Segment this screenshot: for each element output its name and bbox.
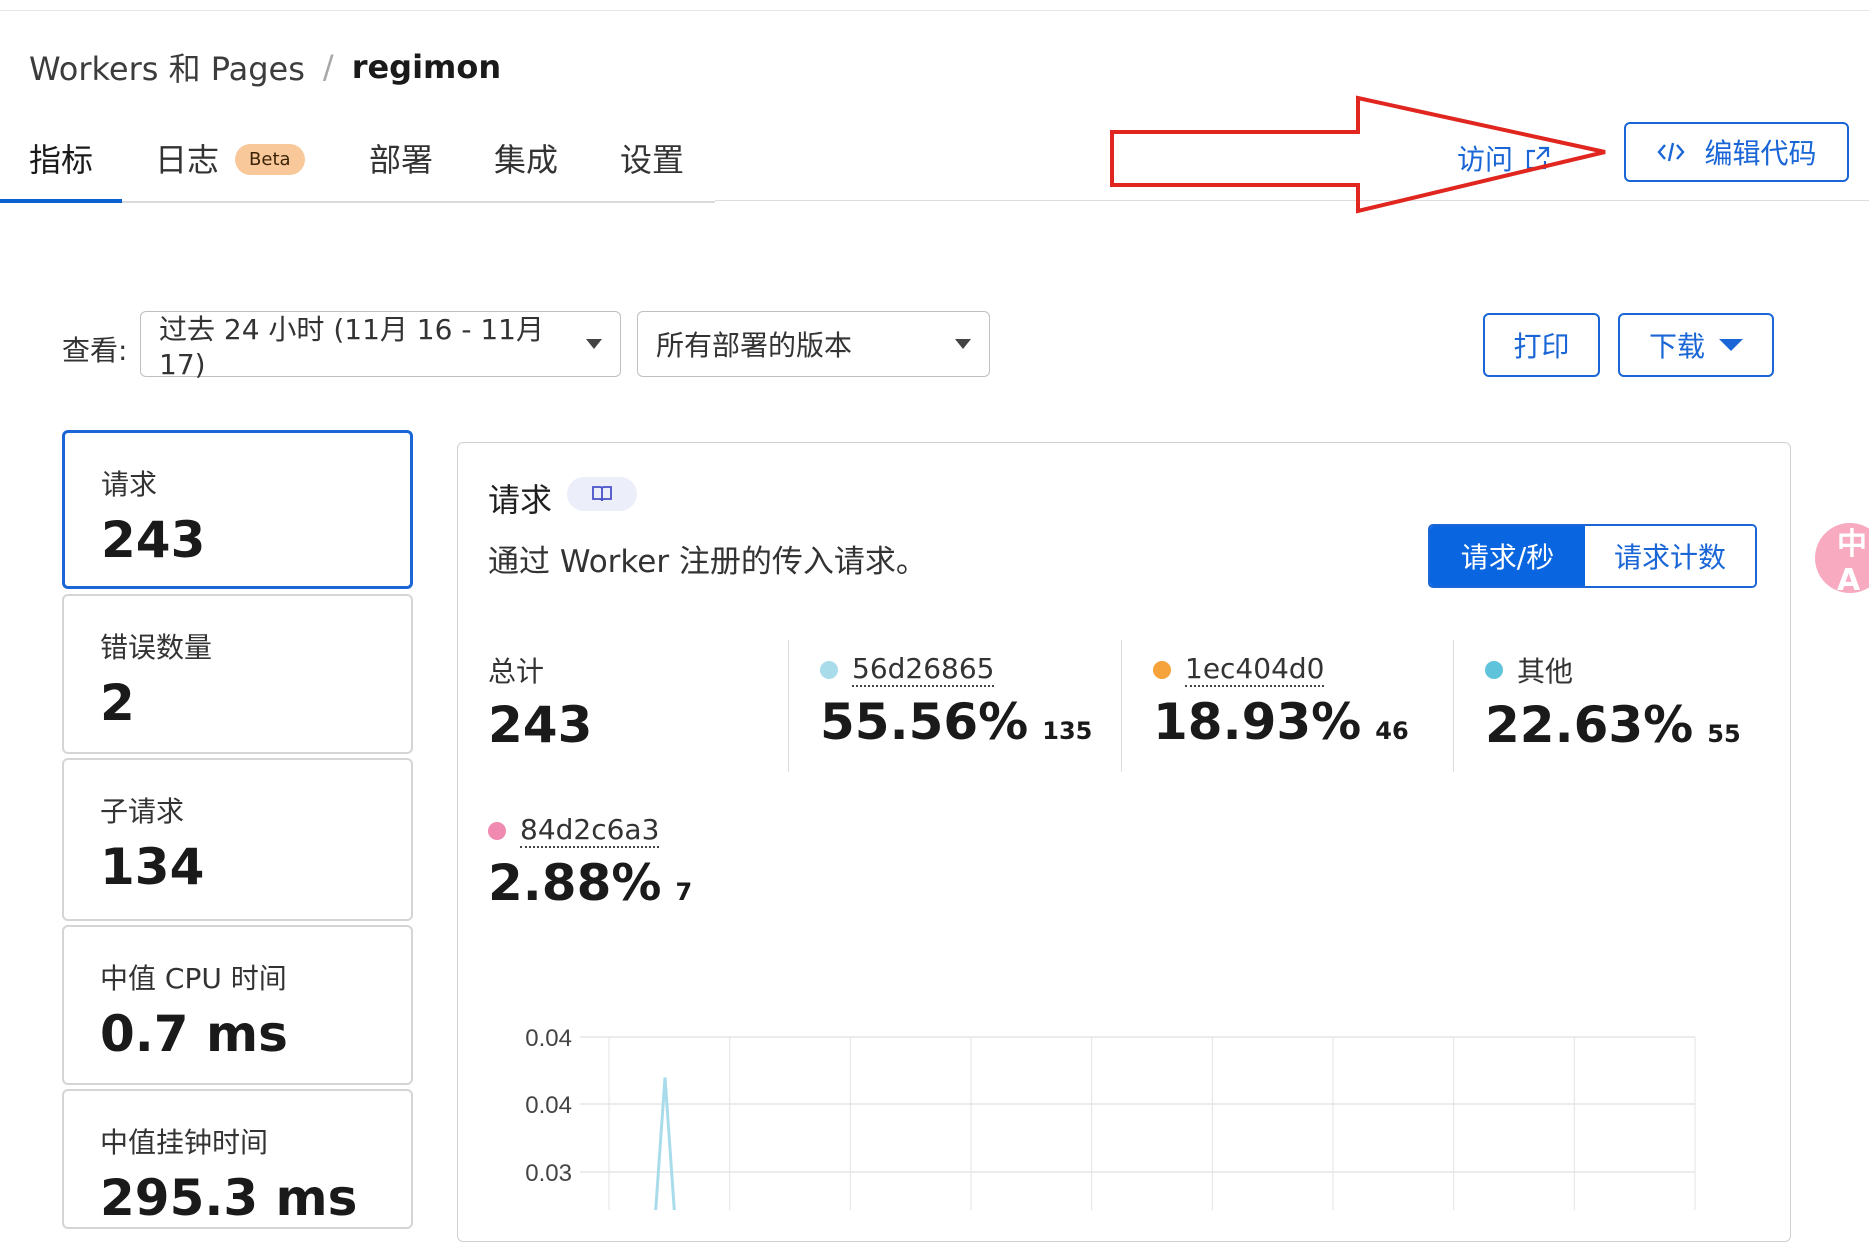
- version-id-link[interactable]: 84d2c6a3: [520, 813, 660, 848]
- metric-value: 134: [100, 838, 205, 896]
- legend-dot: [488, 821, 506, 840]
- version-select[interactable]: 所有部署的版本: [637, 311, 990, 377]
- version-id-link[interactable]: 1ec404d0: [1185, 652, 1325, 687]
- stat-value: 243: [488, 696, 593, 754]
- metric-label: 中值挂钟时间: [100, 1126, 269, 1159]
- stat-label: 总计: [488, 655, 545, 688]
- metric-card-requests[interactable]: 请求 243: [62, 430, 413, 589]
- series-line: [654, 1077, 676, 1210]
- stat-divider: [788, 640, 789, 772]
- tab-integrations[interactable]: 集成: [494, 135, 558, 181]
- caret-down-icon: [1719, 339, 1743, 351]
- stat-total: 总计 243: [488, 650, 592, 754]
- stat-value: 18.93%: [1153, 693, 1362, 751]
- legend-dot: [1153, 660, 1171, 679]
- tab-logs-label: 日志: [155, 141, 220, 179]
- stat-count: 46: [1375, 717, 1409, 745]
- edit-code-button[interactable]: 编辑代码: [1624, 122, 1849, 182]
- metric-card-subrequests[interactable]: 子请求 134: [62, 758, 413, 921]
- metric-mode-toggle: 请求/秒 请求计数: [1428, 524, 1757, 588]
- metric-card-cpu-time[interactable]: 中值 CPU 时间 0.7 ms: [62, 925, 413, 1085]
- metric-value: 2: [100, 674, 135, 732]
- metric-card-wall-time[interactable]: 中值挂钟时间 295.3 ms: [62, 1089, 413, 1229]
- y-tick-label: 0.04: [525, 1025, 572, 1052]
- code-icon: [1657, 142, 1686, 162]
- breadcrumb: Workers 和 Pages / regimon: [29, 44, 501, 90]
- chevron-down-icon: [586, 339, 602, 349]
- print-label: 打印: [1513, 330, 1570, 363]
- stat-other: 其他 22.63% 55: [1485, 650, 1741, 754]
- beta-badge: Beta: [235, 143, 305, 175]
- edit-code-label: 编辑代码: [1704, 137, 1817, 170]
- stat-count: 135: [1042, 717, 1093, 745]
- chevron-down-icon: [955, 339, 971, 349]
- stat-version-1ec404d0: 1ec404d0 18.93% 46: [1153, 652, 1409, 751]
- metric-label: 错误数量: [100, 631, 213, 664]
- breadcrumb-current: regimon: [351, 48, 502, 86]
- time-range-select[interactable]: 过去 24 小时 (11月 16 - 11月 17): [140, 311, 621, 381]
- y-tick-label: 0.03: [525, 1160, 572, 1187]
- stat-count: 55: [1707, 720, 1741, 748]
- stat-version-84d2c6a3: 84d2c6a3 2.88% 7: [488, 813, 692, 912]
- top-divider: [0, 10, 1869, 11]
- stat-divider: [1453, 640, 1454, 772]
- time-range-value: 过去 24 小时 (11月 16 - 11月 17): [159, 312, 544, 381]
- metric-card-errors[interactable]: 错误数量 2: [62, 594, 413, 754]
- stat-count: 7: [675, 878, 693, 906]
- book-icon: [592, 486, 612, 502]
- stat-divider: [1121, 640, 1122, 772]
- request-count-toggle[interactable]: 请求计数: [1585, 526, 1755, 586]
- legend-dot: [1485, 661, 1503, 679]
- metric-value: 295.3 ms: [100, 1169, 358, 1227]
- metric-value: 243: [101, 511, 206, 569]
- print-button[interactable]: 打印: [1483, 313, 1600, 377]
- docs-link[interactable]: [567, 477, 637, 511]
- breadcrumb-separator: /: [322, 48, 334, 86]
- stat-label: 其他: [1517, 655, 1574, 688]
- tab-bar: 指标 日志 Beta 部署 集成 设置: [0, 125, 715, 203]
- metric-value: 0.7 ms: [100, 1005, 288, 1063]
- breadcrumb-parent-link[interactable]: Workers 和 Pages: [29, 44, 305, 90]
- requests-chart: 0.04 0.04 0.03: [525, 1025, 1696, 1210]
- stat-value: 2.88%: [488, 854, 662, 912]
- tab-metrics[interactable]: 指标: [29, 135, 93, 181]
- tab-deployments[interactable]: 部署: [369, 135, 433, 181]
- view-label: 查看:: [62, 334, 128, 367]
- stat-version-56d26865: 56d26865 55.56% 135: [820, 652, 1092, 751]
- metric-label: 子请求: [100, 795, 185, 828]
- y-tick-label: 0.04: [525, 1092, 572, 1119]
- legend-dot: [820, 660, 838, 679]
- download-button[interactable]: 下载: [1618, 313, 1774, 377]
- active-tab-indicator: [0, 199, 122, 203]
- panel-title: 请求: [488, 481, 553, 519]
- tab-logs[interactable]: 日志 Beta: [155, 135, 305, 181]
- stat-value: 55.56%: [820, 693, 1029, 751]
- tab-settings[interactable]: 设置: [620, 135, 684, 181]
- panel-description: 通过 Worker 注册的传入请求。: [488, 544, 927, 580]
- version-id-link[interactable]: 56d26865: [852, 652, 995, 687]
- stat-value: 22.63%: [1485, 696, 1694, 754]
- metric-label: 中值 CPU 时间: [100, 962, 287, 995]
- translate-widget[interactable]: 中A: [1815, 523, 1869, 598]
- metric-label: 请求: [101, 468, 158, 501]
- requests-per-second-toggle[interactable]: 请求/秒: [1430, 526, 1585, 586]
- download-label: 下载: [1648, 330, 1705, 363]
- red-annotation-arrow: [1110, 95, 1606, 214]
- version-value: 所有部署的版本: [656, 329, 853, 362]
